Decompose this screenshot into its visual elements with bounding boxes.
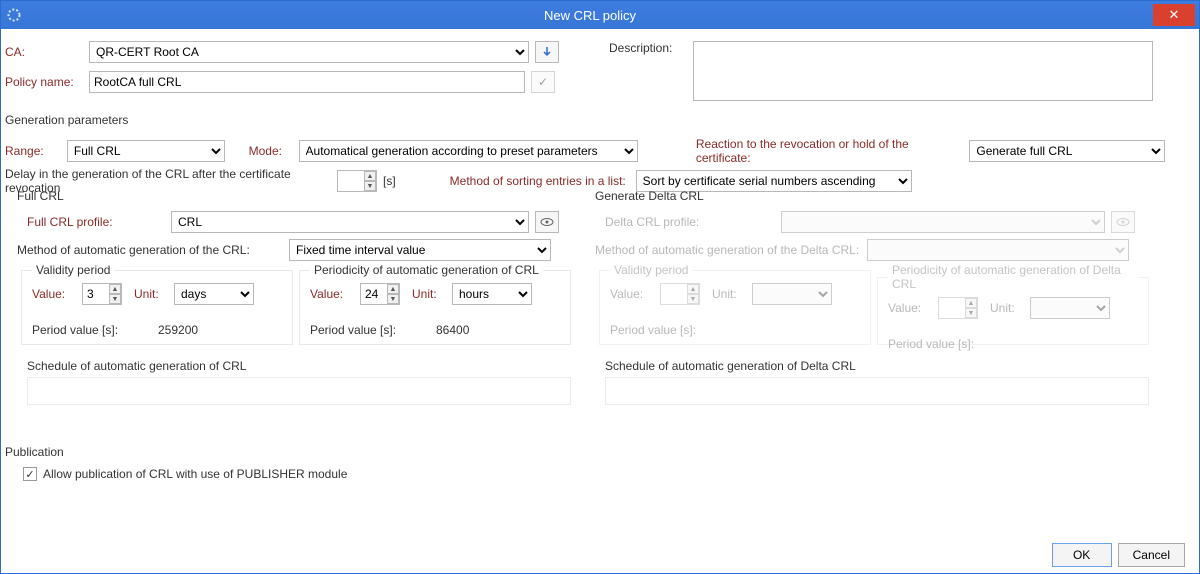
mode-label: Mode: <box>249 144 293 158</box>
full-crl-group: Full CRL Full CRL profile: CRL Method of… <box>17 189 581 433</box>
delta-validity-unit-select <box>752 283 832 305</box>
ca-action-button[interactable] <box>535 41 559 63</box>
delta-crl-method-select <box>867 239 1129 261</box>
full-crl-profile-label: Full CRL profile: <box>27 215 165 229</box>
full-crl-schedule-label: Schedule of automatic generation of CRL <box>27 359 246 373</box>
full-crl-profile-select[interactable]: CRL <box>171 211 529 233</box>
range-label: Range: <box>5 144 61 158</box>
full-period-pv: 86400 <box>436 323 469 337</box>
titlebar: New CRL policy ✕ <box>1 1 1199 29</box>
publication-heading: Publication <box>5 445 64 459</box>
policy-name-label: Policy name: <box>5 75 83 89</box>
ca-select[interactable]: QR-CERT Root CA <box>89 41 529 63</box>
delta-crl-schedule-label: Schedule of automatic generation of Delt… <box>605 359 856 373</box>
window-title: New CRL policy <box>27 8 1153 23</box>
delta-crl-profile-view-button <box>1111 211 1135 233</box>
full-crl-periodicity-group: Periodicity of automatic generation of C… <box>299 263 571 345</box>
full-validity-pv-label: Period value [s]: <box>32 323 152 337</box>
genparams-heading: Generation parameters <box>5 113 128 127</box>
range-select[interactable]: Full CRL <box>67 140 225 162</box>
full-validity-unit-select[interactable]: days <box>174 283 254 305</box>
delta-crl-profile-select <box>781 211 1105 233</box>
check-icon: ✓ <box>538 75 548 89</box>
full-crl-profile-view-button[interactable] <box>535 211 559 233</box>
unit-label: Unit: <box>134 287 168 301</box>
policy-confirm-button[interactable]: ✓ <box>531 71 555 93</box>
eye-icon <box>1116 217 1130 227</box>
sort-label: Method of sorting entries in a list: <box>450 174 630 188</box>
description-textarea[interactable] <box>693 41 1153 101</box>
window: New CRL policy ✕ CA: QR-CERT Root CA Pol… <box>0 0 1200 574</box>
full-crl-method-select[interactable]: Fixed time interval value <box>289 239 551 261</box>
app-icon <box>5 6 23 24</box>
delta-crl-method-label: Method of automatic generation of the De… <box>595 243 861 257</box>
delta-crl-validity-legend: Validity period <box>610 263 692 277</box>
full-period-unit-select[interactable]: hours <box>452 283 532 305</box>
full-validity-pv: 259200 <box>158 323 198 337</box>
full-crl-periodicity-legend: Periodicity of automatic generation of C… <box>310 263 543 277</box>
full-crl-validity-group: Validity period Value: ▲▼ Unit: days Per… <box>21 263 293 345</box>
delta-crl-schedule-box <box>605 377 1149 405</box>
delta-validity-value-spinner: ▲▼ <box>660 283 700 305</box>
full-validity-value-spinner[interactable]: ▲▼ <box>82 283 122 305</box>
content-area: CA: QR-CERT Root CA Policy name: ✓ Descr… <box>1 29 1199 573</box>
spin-up-icon[interactable]: ▲ <box>364 171 376 181</box>
allow-publication-label: Allow publication of CRL with use of PUB… <box>43 467 347 481</box>
full-crl-validity-legend: Validity period <box>32 263 114 277</box>
allow-publication-checkbox[interactable]: ✓ <box>23 467 37 481</box>
reaction-select[interactable]: Generate full CRL <box>969 140 1165 162</box>
full-crl-schedule-box <box>27 377 571 405</box>
full-crl-method-label: Method of automatic generation of the CR… <box>17 243 283 257</box>
description-label: Description: <box>609 41 687 55</box>
delta-crl-periodicity-group: Periodicity of automatic generation of D… <box>877 263 1149 345</box>
full-crl-legend: Full CRL <box>17 189 64 203</box>
delta-crl-group: Generate Delta CRL Delta CRL profile: Me… <box>595 189 1159 433</box>
cancel-button[interactable]: Cancel <box>1118 543 1185 567</box>
full-period-value-spinner[interactable]: ▲▼ <box>360 283 400 305</box>
delta-crl-validity-group: Validity period Value: ▲▼ Unit: Period v… <box>599 263 871 345</box>
eye-icon <box>540 217 554 227</box>
ok-button[interactable]: OK <box>1052 543 1112 567</box>
value-label: Value: <box>32 287 76 301</box>
delta-period-value-spinner: ▲▼ <box>938 297 978 319</box>
delta-crl-legend: Generate Delta CRL <box>595 189 704 203</box>
close-button[interactable]: ✕ <box>1153 4 1195 26</box>
ca-label: CA: <box>5 45 83 59</box>
delta-crl-profile-label: Delta CRL profile: <box>605 215 775 229</box>
arrow-down-icon <box>541 46 553 58</box>
delay-unit: [s] <box>383 174 396 188</box>
delta-crl-periodicity-legend: Periodicity of automatic generation of D… <box>888 263 1138 291</box>
delta-period-unit-select <box>1030 297 1110 319</box>
mode-select[interactable]: Automatical generation according to pres… <box>299 140 638 162</box>
policy-name-input[interactable] <box>89 71 525 93</box>
reaction-label: Reaction to the revocation or hold of th… <box>696 137 963 165</box>
